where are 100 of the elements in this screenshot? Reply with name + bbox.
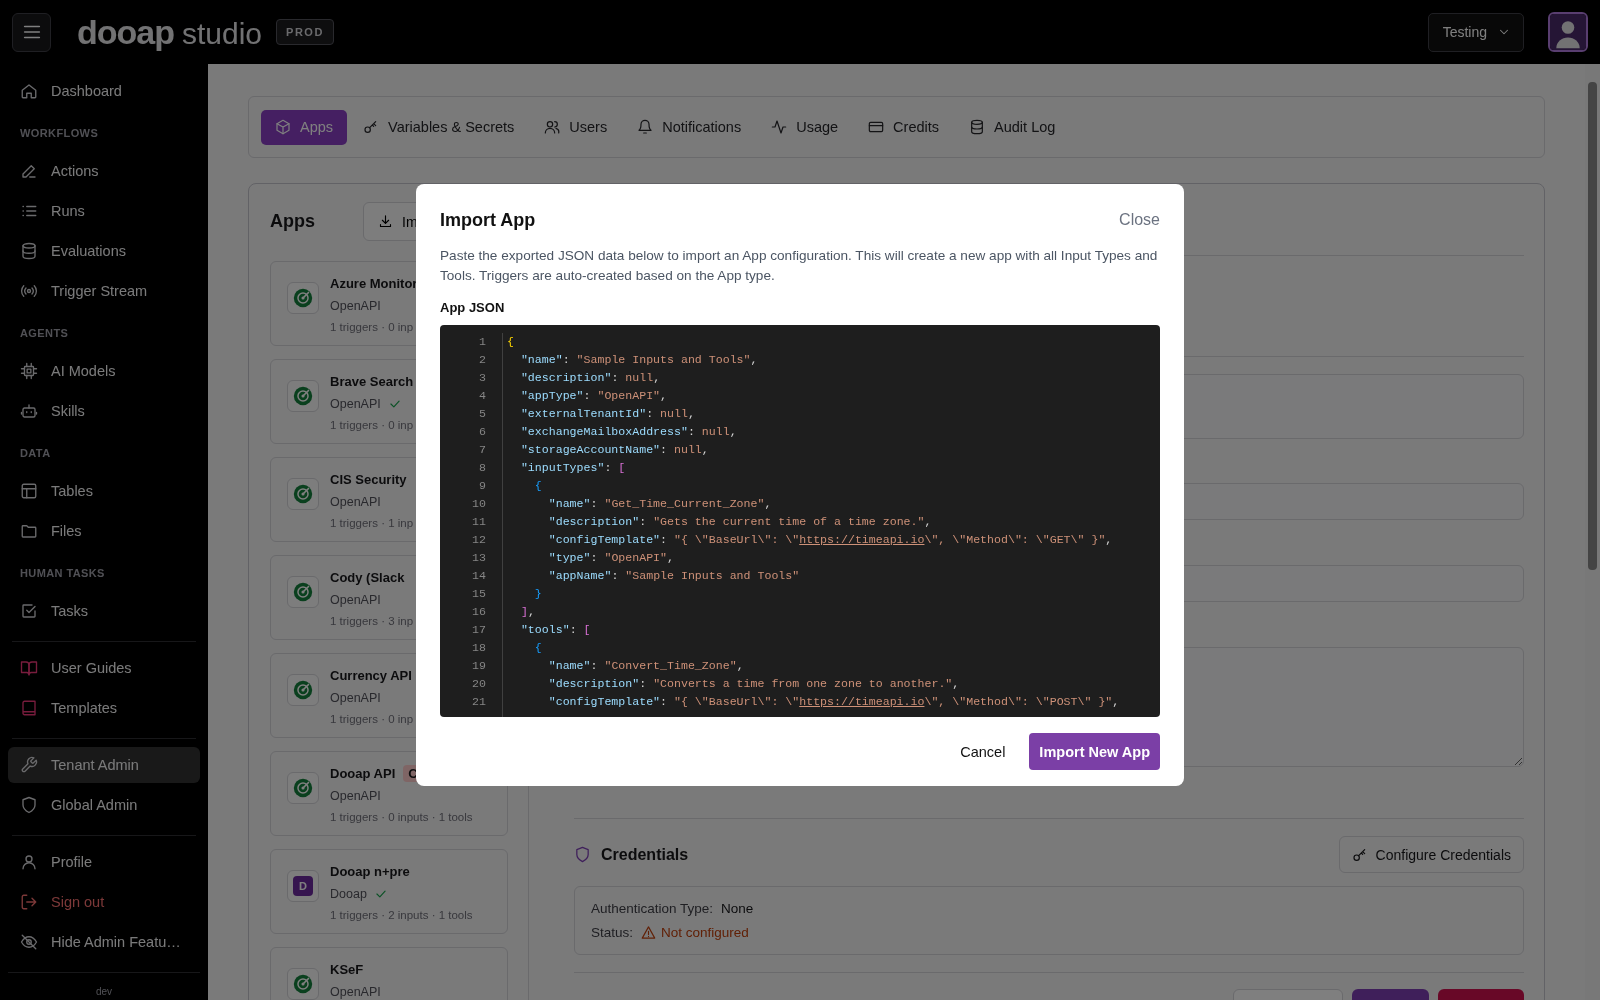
sidebar-item[interactable]: Tables [8, 473, 200, 509]
activity-icon [771, 119, 788, 135]
download-icon [378, 214, 393, 229]
line-number: 5 [479, 406, 486, 422]
tab[interactable]: Apps [261, 109, 348, 145]
book-icon [20, 699, 38, 717]
sidebar-item[interactable]: Profile [8, 844, 200, 880]
field-label: App JSON [440, 300, 506, 315]
gauge-icon [287, 282, 319, 314]
tab[interactable]: Users [530, 109, 622, 145]
sidebar-item[interactable]: AI Models [8, 353, 200, 389]
gauge-icon [287, 772, 319, 804]
code-line: } [533, 586, 543, 602]
line-number: 19 [472, 658, 486, 674]
field-label: Status: [591, 924, 634, 940]
section-title: Credentials [601, 845, 689, 864]
code-line: "externalTenantId": null, [519, 406, 696, 422]
code-line: "configTemplate": "{ \"BaseUrl\": \"https://timeapi.io\", \"Method\": \"GET\" }", [547, 532, 1114, 548]
tab[interactable]: Audit Log [955, 109, 1070, 145]
code-line: { [507, 334, 515, 350]
key-icon [1351, 846, 1368, 863]
field-value: None [721, 900, 754, 916]
sidebar-item[interactable]: Tenant Admin [8, 747, 200, 783]
close-link[interactable]: Close [1119, 211, 1160, 229]
chip-icon [20, 362, 38, 380]
cancel-button[interactable]: Cancel [950, 733, 1016, 770]
sidebar-item[interactable]: Skills [8, 393, 200, 429]
sidebar-item[interactable]: Evaluations [8, 233, 200, 269]
sidebar-item[interactable]: Actions [8, 153, 200, 189]
tab[interactable]: Variables & Secrets [349, 109, 529, 145]
shield-icon [574, 846, 591, 863]
app-type: OpenAPI [330, 789, 381, 803]
code-line: "appType": "OpenAPI", [519, 388, 669, 404]
panel-title: Apps [270, 211, 315, 232]
line-number: 16 [472, 604, 486, 620]
code-line: "description": "Gets the current time of a time zone.", [547, 514, 933, 530]
sidebar-item[interactable]: Runs [8, 193, 200, 229]
letter-icon: D [287, 870, 319, 902]
app-stats: 1 triggers · 0 inp [330, 712, 414, 727]
database-icon [20, 242, 38, 260]
sidebar-item[interactable]: Tasks [8, 593, 200, 629]
sidebar-item[interactable]: User Guides [8, 650, 200, 686]
code-line: ], [519, 604, 536, 620]
line-number: 14 [472, 568, 486, 584]
line-number: 15 [472, 586, 486, 602]
tab[interactable]: Usage [757, 109, 853, 145]
app-name: Currency API [330, 667, 412, 683]
app-name: Azure Monitor [330, 275, 418, 291]
cube-icon [275, 119, 291, 135]
tab[interactable]: Notifications [623, 109, 756, 145]
users-icon [544, 119, 561, 135]
app-type: Dooap [330, 887, 367, 901]
workspace-dropdown[interactable]: Testing [1427, 12, 1524, 52]
gauge-icon [287, 478, 319, 510]
wrench-icon [20, 756, 38, 774]
code-line: "tools": [ [519, 622, 592, 638]
line-number: 18 [472, 640, 486, 656]
home-icon [20, 82, 38, 100]
menu-button[interactable] [12, 12, 51, 52]
code-line: "name": "Get_Time_Current_Zone", [547, 496, 773, 512]
app-stats: 1 triggers · 1 inp [330, 516, 414, 531]
app-name: Cody (Slack [330, 569, 405, 585]
line-number: 8 [479, 460, 486, 476]
import-button[interactable]: Import New App [1029, 733, 1160, 770]
line-number: 9 [479, 478, 486, 494]
line-number: 17 [472, 622, 486, 638]
code-line: "name": "Convert_Time_Zone", [547, 658, 745, 674]
app-type: OpenAPI [330, 593, 381, 607]
field-value: Not configured [661, 924, 749, 940]
sidebar-item[interactable]: Global Admin [8, 787, 200, 823]
app-name: Dooap n+pre [330, 863, 410, 879]
checkbox-icon [20, 602, 38, 620]
app-stats: 1 triggers · 0 inp [330, 320, 415, 335]
environment-badge: PROD [276, 19, 334, 45]
sidebar-item[interactable]: Trigger Stream [8, 273, 200, 309]
code-line: "description": null, [519, 370, 662, 386]
sidebar-item[interactable]: Dashboard [8, 73, 200, 109]
user-icon [20, 853, 38, 871]
gauge-icon [287, 674, 319, 706]
sidebar-item[interactable]: Files [8, 513, 200, 549]
scrollbar[interactable] [1585, 64, 1600, 1000]
app-stats: 1 triggers · 3 inp [330, 614, 414, 629]
tab[interactable]: Credits [854, 109, 954, 145]
line-number: 4 [479, 388, 486, 404]
code-line: "inputTypes": [ [519, 460, 627, 476]
app-card[interactable]: D Dooap n+pre Dooap 1 triggers · 2 inputs · 1 tools [270, 849, 508, 934]
sidebar-item[interactable]: Hide Admin Featu… [8, 924, 200, 960]
app-name: CIS Security [330, 471, 407, 487]
app-card[interactable]: KSeF OpenAPI [270, 947, 508, 1000]
code-line: "appName": "Sample Inputs and Tools" [547, 568, 801, 584]
bell-icon [637, 119, 654, 135]
code-editor[interactable] [440, 325, 1160, 717]
credit-card-icon [868, 119, 885, 135]
avatar[interactable] [1548, 12, 1588, 52]
sidebar-item[interactable]: Sign out [8, 884, 200, 920]
configure-button[interactable]: Configure Credentials [1338, 836, 1524, 873]
app-name: Brave Search [330, 373, 414, 389]
sidebar-item[interactable]: Templates [8, 690, 200, 726]
code-line: "storageAccountName": null, [519, 442, 710, 458]
gauge-icon [287, 380, 319, 412]
